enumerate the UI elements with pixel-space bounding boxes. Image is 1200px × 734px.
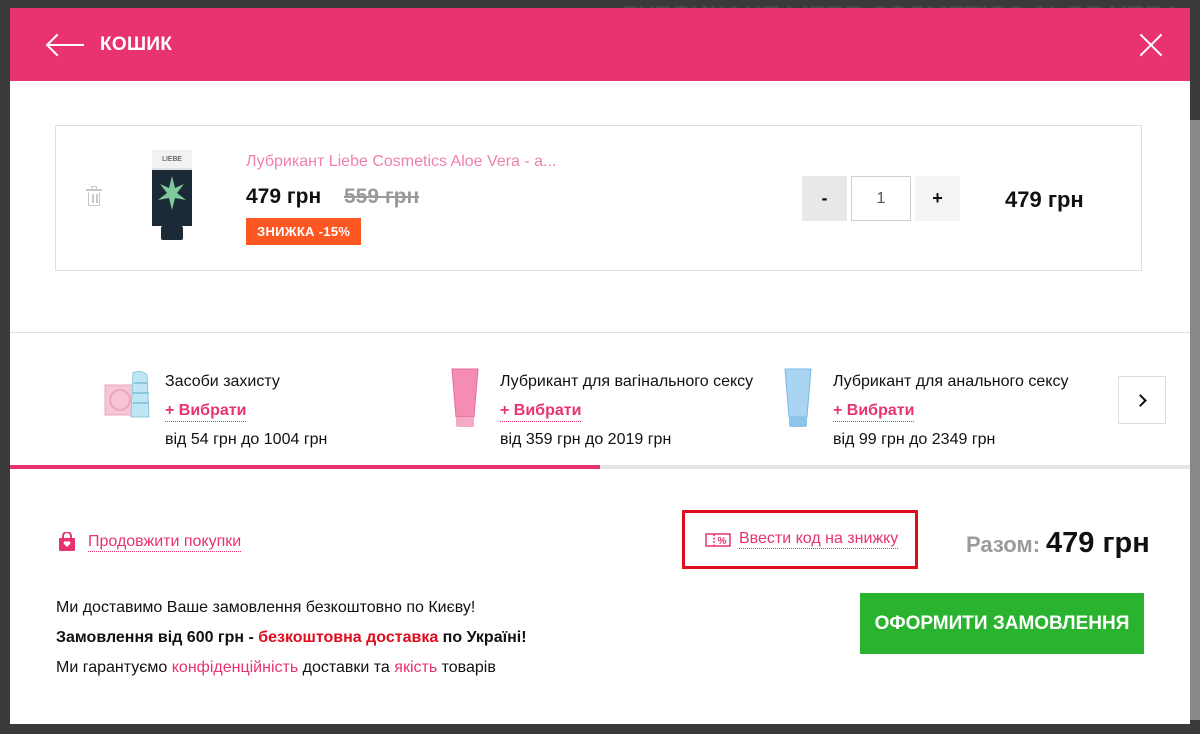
cart-item: LIEBE Лубрикант Liebe Cosmetics Aloe Ver… <box>55 125 1142 271</box>
pink-tube-icon <box>451 368 479 427</box>
upsell-item-protection: Засоби захисту + Вибрати від 54 грн до 1… <box>103 367 327 454</box>
quantity-minus-button[interactable]: - <box>802 176 847 221</box>
chevron-right-icon <box>1133 393 1147 407</box>
upsell-carousel: Засоби захисту + Вибрати від 54 грн до 1… <box>10 333 1190 469</box>
quantity-stepper: - + <box>802 176 960 221</box>
choose-button[interactable]: + Вибрати <box>165 401 247 422</box>
continue-shopping-label: Продовжити покупки <box>88 532 242 552</box>
upsell-title: Засоби захисту <box>165 373 280 390</box>
delivery-line-1: Ми доставимо Ваше замовлення безкоштовно… <box>56 599 476 616</box>
delivery-line-2: Замовлення від 600 грн - безкоштовна дос… <box>56 629 527 646</box>
blue-tube-icon <box>784 368 812 427</box>
svg-text:LIEBE: LIEBE <box>162 156 182 163</box>
svg-text:%: % <box>718 536 727 547</box>
cart-title: КОШИК <box>100 33 173 55</box>
promo-code-link[interactable]: % Ввести код на знижку <box>682 510 918 569</box>
trash-icon[interactable] <box>86 186 102 206</box>
choose-button[interactable]: + Вибрати <box>833 401 915 422</box>
free-delivery-text: безкоштовна доставка <box>258 629 439 646</box>
quantity-plus-button[interactable]: + <box>915 176 960 221</box>
close-icon[interactable] <box>1138 32 1164 58</box>
line-total: 479 грн <box>1005 187 1084 212</box>
upsell-title: Лубрикант для вагінального сексу <box>500 373 754 390</box>
condom-icon <box>104 370 150 418</box>
quantity-input[interactable] <box>851 176 911 221</box>
cart-footer: Продовжити покупки % Ввести код на знижк… <box>10 469 1190 722</box>
upsell-price-range: від 54 грн до 1004 грн <box>165 431 328 448</box>
upsell-price-range: від 99 грн до 2349 грн <box>833 431 996 448</box>
quality-link[interactable]: якість <box>394 659 437 676</box>
total-value: 479 грн <box>1046 527 1150 559</box>
upsell-price-range: від 359 грн до 2019 грн <box>500 431 672 448</box>
total-label: Разом: <box>966 532 1041 557</box>
background-page-edge <box>1190 120 1200 720</box>
delivery-line-3: Ми гарантуємо конфіденційність доставки … <box>56 659 496 676</box>
cart-modal: КОШИК LIEBE Лубрикант Liebe Cosmetics Al… <box>10 8 1190 724</box>
product-image[interactable]: LIEBE <box>148 148 196 246</box>
upsell-title: Лубрикант для анального сексу <box>833 373 1069 390</box>
coupon-icon: % <box>705 532 731 547</box>
product-price: 479 грн <box>246 185 322 208</box>
shopping-bag-icon <box>59 532 75 551</box>
confidentiality-link[interactable]: конфіденційність <box>172 659 298 676</box>
carousel-next-button[interactable] <box>1118 376 1166 424</box>
discount-badge: ЗНИЖКА -15% <box>246 218 362 245</box>
cart-items-area: LIEBE Лубрикант Liebe Cosmetics Aloe Ver… <box>10 81 1190 333</box>
upsell-item-vaginal-lube: Лубрикант для вагінального сексу + Вибра… <box>438 367 753 454</box>
promo-code-label: Ввести код на знижку <box>739 530 899 549</box>
product-title-link[interactable]: Лубрикант Liebe Cosmetics Aloe Vera - а.… <box>246 153 556 171</box>
order-total: Разом: 479 грн <box>966 527 1150 560</box>
product-old-price: 559 грн <box>344 185 420 208</box>
choose-button[interactable]: + Вибрати <box>500 401 582 422</box>
cart-header: КОШИК <box>10 8 1190 81</box>
upsell-item-anal-lube: Лубрикант для анального сексу + Вибрати … <box>771 367 1068 454</box>
delivery-info: Ми доставимо Ваше замовлення безкоштовно… <box>56 593 527 683</box>
checkout-button[interactable]: ОФОРМИТИ ЗАМОВЛЕННЯ <box>860 593 1144 654</box>
continue-shopping-link[interactable]: Продовжити покупки <box>58 532 242 552</box>
back-arrow-icon[interactable] <box>46 33 86 57</box>
